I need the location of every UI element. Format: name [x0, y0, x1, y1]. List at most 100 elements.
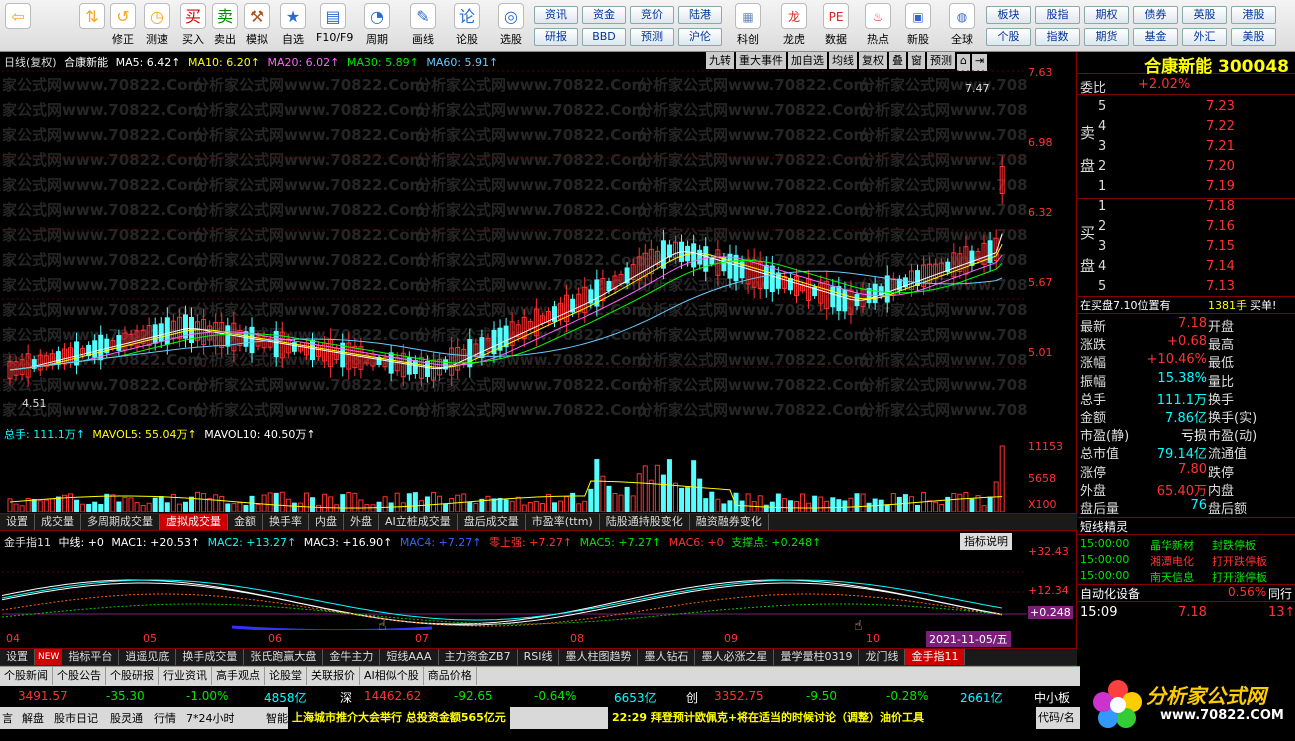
industry-row[interactable]: 自动化设备 0.56% 同行 [1078, 584, 1295, 602]
chart-mode[interactable]: 日线(复权) [4, 56, 57, 69]
status-item-4[interactable]: 行情 [154, 710, 176, 726]
info-tab-6[interactable]: 关联报价 [307, 667, 360, 685]
volume-tab-12[interactable]: 融资融券变化 [690, 514, 769, 530]
indicator-chart[interactable]: ☝ ☝ [2, 552, 1027, 630]
indicator-tab-15[interactable]: 金手指11 [905, 649, 966, 665]
indicator-tab-14[interactable]: 龙门线 [859, 649, 906, 665]
toolbar-grid1-0-1[interactable]: 资金 [582, 6, 626, 24]
toolbar-btn-2[interactable]: ↺ 修正 [106, 3, 140, 49]
code-search-button[interactable]: 代码/名 [1038, 709, 1075, 725]
info-tab-3[interactable]: 行业资讯 [159, 667, 212, 685]
volume-tab-4[interactable]: 金额 [228, 514, 263, 530]
volume-tab-7[interactable]: 外盘 [344, 514, 379, 530]
volume-tab-0[interactable]: 设置 [0, 514, 35, 530]
short-line-header[interactable]: 短线精灵 [1078, 517, 1295, 535]
toolbar-btn-12[interactable]: ◎ 选股 [494, 3, 528, 49]
volume-tab-8[interactable]: AI立桩成交量 [379, 514, 458, 530]
info-tab-2[interactable]: 个股研报 [106, 667, 159, 685]
indicator-explain-button[interactable]: 指标说明 [960, 533, 1012, 550]
chart-tool-4[interactable]: 复权 [859, 52, 887, 69]
toolbar-grid2-0-1[interactable]: 股指 [1035, 6, 1080, 24]
indicator-tab-6[interactable]: 金牛主力 [323, 649, 381, 665]
chart-tool-6[interactable]: 窗 [908, 52, 925, 69]
chart-area[interactable]: 日线(复权) 合康新能 MA5: 6.42↑ MA10: 6.20↑ MA20:… [0, 52, 1077, 666]
toolbar-grid1-1-3[interactable]: 沪伦 [678, 28, 722, 46]
volume-chart[interactable] [2, 444, 1027, 512]
toolbar-btn-4[interactable]: 买买入 [176, 3, 210, 49]
indicator-tab-5[interactable]: 张氏跑赢大盘 [244, 649, 324, 665]
toolbar-grid2-1-4[interactable]: 外汇 [1182, 28, 1227, 46]
volume-tab-10[interactable]: 市盈率(ttm) [526, 514, 600, 530]
toolbar-btn-7[interactable]: ★ 自选 [276, 3, 310, 49]
toolbar-grid1-1-0[interactable]: 研报 [534, 28, 578, 46]
indicator-tab-12[interactable]: 墨人必涨之星 [695, 649, 775, 665]
home-icon[interactable]: ⌂ [957, 54, 970, 71]
kline-chart[interactable]: 分析家公式网www.70822.Com分析家公式网www.70822.Com分析… [2, 70, 1027, 425]
indicator-tab-10[interactable]: 墨人柱图趋势 [559, 649, 639, 665]
chart-tool-5[interactable]: 叠 [889, 52, 906, 69]
toolbar-grid1-1-2[interactable]: 预测 [630, 28, 674, 46]
info-tab-4[interactable]: 高手观点 [212, 667, 265, 685]
status-item-0[interactable]: 言 [2, 710, 13, 726]
indicator-tab-13[interactable]: 量学量柱0319 [774, 649, 860, 665]
indicator-tab-3[interactable]: 逍遥见底 [119, 649, 177, 665]
volume-tab-2[interactable]: 多周期成交量 [81, 514, 160, 530]
toolbar-grid2-0-2[interactable]: 期权 [1084, 6, 1129, 24]
toolbar-grid2-1-2[interactable]: 期货 [1084, 28, 1129, 46]
toolbar-grid1-0-2[interactable]: 竞价 [630, 6, 674, 24]
toolbar-btn-10[interactable]: ✎ 画线 [406, 3, 440, 49]
toolbar-mid-1[interactable]: 龙龙虎 [776, 3, 812, 49]
toolbar-grid2-1-5[interactable]: 美股 [1231, 28, 1276, 46]
indicator-tab-1[interactable]: NEW [35, 649, 63, 665]
toolbar-grid2-0-4[interactable]: 英股 [1182, 6, 1227, 24]
toolbar-btn-5[interactable]: 卖卖出 [208, 3, 242, 49]
volume-tab-1[interactable]: 成交量 [35, 514, 81, 530]
status-item-2[interactable]: 股市日记 [54, 710, 98, 726]
volume-tab-3[interactable]: 虚拟成交量 [160, 514, 228, 530]
chart-tool-7[interactable]: 预测 [927, 52, 955, 69]
indicator-tab-9[interactable]: RSI线 [518, 649, 560, 665]
toolbar-grid2-1-3[interactable]: 基金 [1133, 28, 1178, 46]
toolbar-grid2-0-0[interactable]: 板块 [986, 6, 1031, 24]
volume-tab-9[interactable]: 盘后成交量 [458, 514, 526, 530]
toolbar-btn-9[interactable]: ◔ 周期 [360, 3, 394, 49]
indicator-tab-11[interactable]: 墨人钻石 [638, 649, 696, 665]
toolbar-grid2-1-0[interactable]: 个股 [986, 28, 1031, 46]
toolbar-btn-3[interactable]: ◷ 测速 [140, 3, 174, 49]
toolbar-grid2-0-5[interactable]: 港股 [1231, 6, 1276, 24]
status-item-5[interactable]: 7*24小时 [186, 710, 235, 726]
indicator-tab-7[interactable]: 短线AAA [380, 649, 439, 665]
indicator-tab-0[interactable]: 设置 [0, 649, 35, 665]
news-ticker-2[interactable]: 22:29 拜登预计欧佩克+将在适当的时候讨论（调整）油价工具 [608, 707, 1036, 729]
status-item-3[interactable]: 股灵通 [110, 710, 143, 726]
chart-tool-0[interactable]: 九转 [706, 52, 734, 69]
news-ticker-1[interactable]: 上海城市推介大会举行 总投资金额565亿元 [288, 707, 510, 729]
toolbar-grid2-0-3[interactable]: 债券 [1133, 6, 1178, 24]
toolbar-mid-0[interactable]: ▦ 科创 [730, 3, 766, 49]
toolbar-btn-6[interactable]: ⚒ 模拟 [240, 3, 274, 49]
chart-tool-1[interactable]: 重大事件 [736, 52, 786, 69]
volume-tab-5[interactable]: 换手率 [263, 514, 309, 530]
fullscreen-icon[interactable]: ⇥ [971, 54, 988, 71]
toolbar-mid-5[interactable]: ◍ 全球 [944, 3, 980, 49]
status-item-1[interactable]: 解盘 [22, 710, 44, 726]
info-tab-7[interactable]: AI相似个股 [360, 667, 424, 685]
toolbar-btn-11[interactable]: 论论股 [450, 3, 484, 49]
toolbar-nav-1[interactable]: ⇅ [78, 3, 106, 49]
toolbar-grid1-1-1[interactable]: BBD [582, 28, 626, 46]
volume-tab-6[interactable]: 内盘 [309, 514, 344, 530]
info-tab-8[interactable]: 商品价格 [424, 667, 477, 685]
toolbar-btn-8[interactable]: ▤ F10/F9 [316, 3, 353, 49]
toolbar-grid2-1-1[interactable]: 指数 [1035, 28, 1080, 46]
toolbar-grid1-0-3[interactable]: 陆港 [678, 6, 722, 24]
indicator-tab-2[interactable]: 指标平台 [62, 649, 120, 665]
info-tab-1[interactable]: 个股公告 [53, 667, 106, 685]
toolbar-mid-3[interactable]: ♨ 热点 [860, 3, 896, 49]
chart-tool-3[interactable]: 均线 [829, 52, 857, 69]
toolbar-nav-0[interactable]: ⇦ [4, 3, 32, 49]
info-tab-0[interactable]: 个股新闻 [0, 667, 53, 685]
toolbar-mid-2[interactable]: PE 数据 [818, 3, 854, 49]
chart-tool-2[interactable]: 加自选 [788, 52, 827, 69]
indicator-tab-4[interactable]: 换手成交量 [176, 649, 245, 665]
volume-tab-11[interactable]: 陆股通持股变化 [600, 514, 690, 530]
